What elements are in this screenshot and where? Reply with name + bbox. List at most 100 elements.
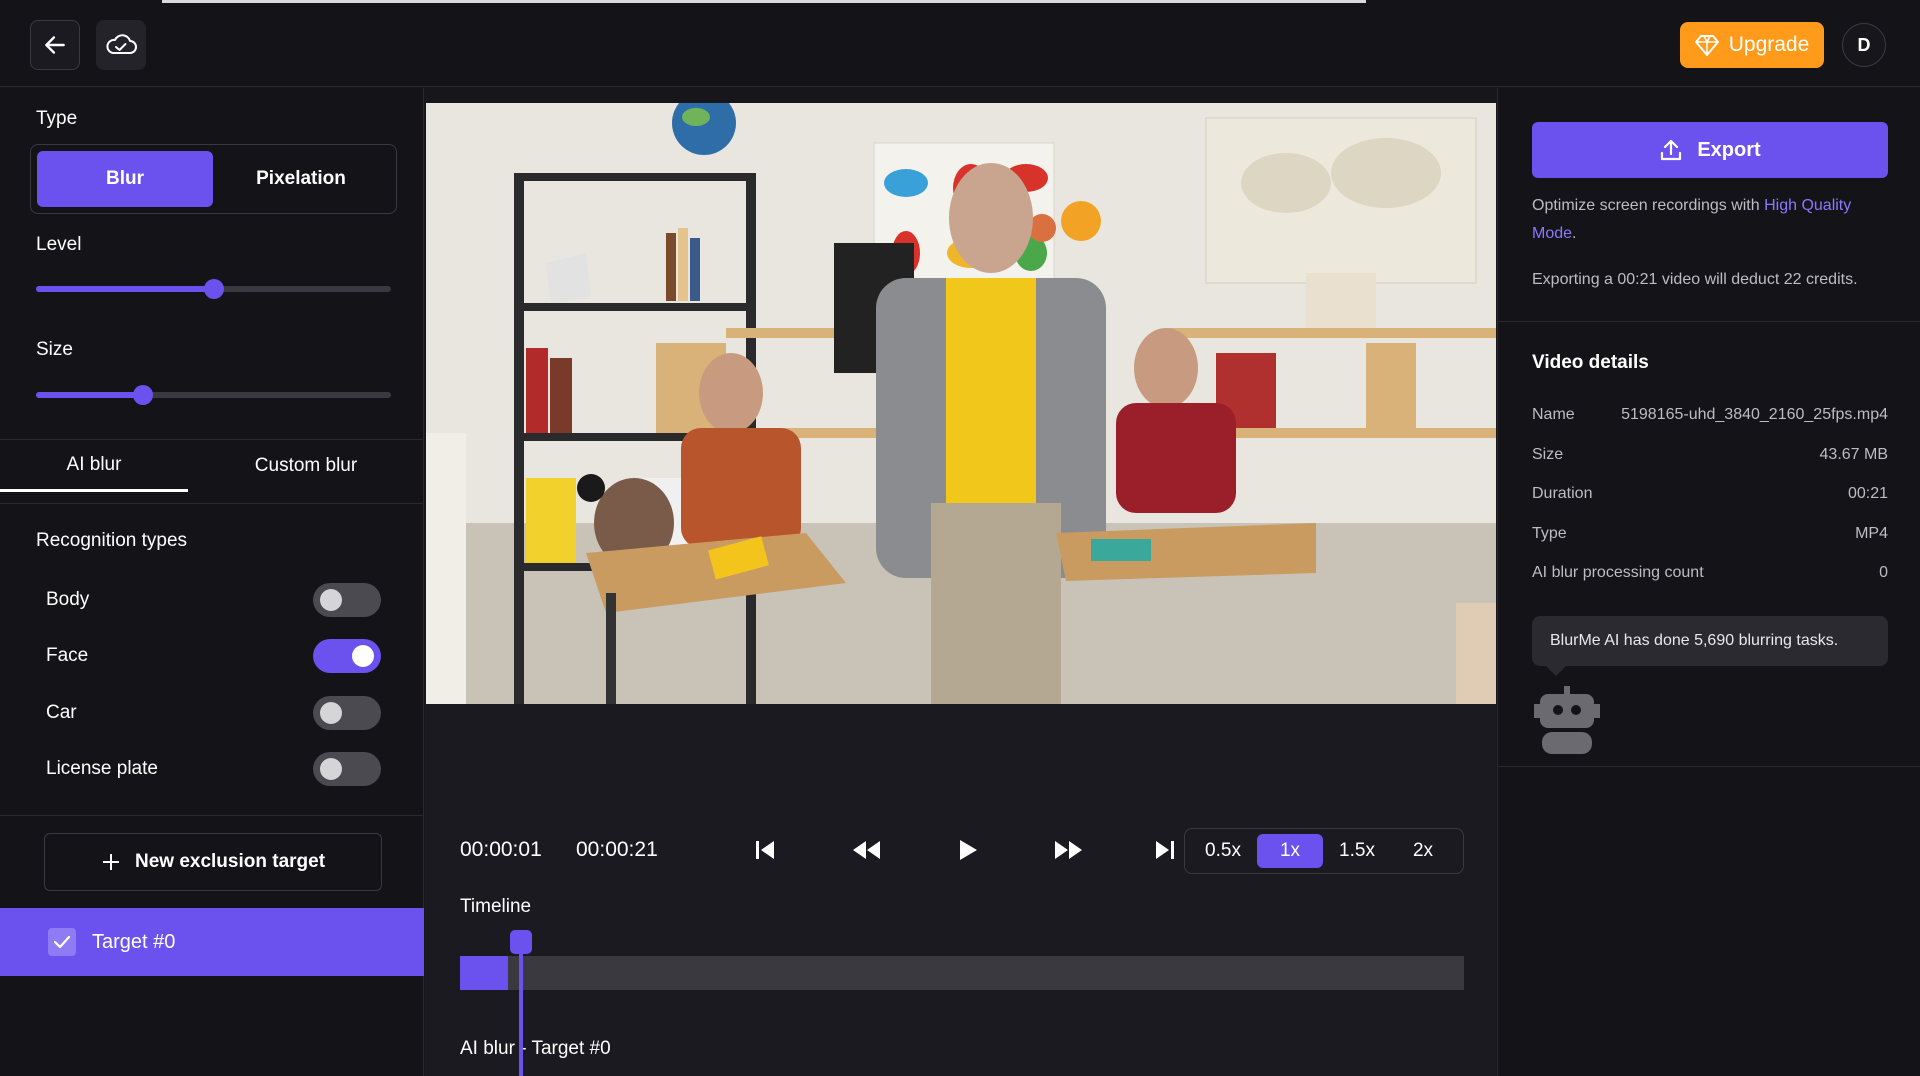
skip-end-icon [1156, 841, 1174, 859]
editor-area: 00:00:01 00:00:21 0.5x 1x 1.5x 2x Timeli… [425, 88, 1496, 1076]
body-toggle[interactable] [313, 583, 381, 617]
play-icon [960, 840, 977, 860]
blur-settings-panel: Type Blur Pixelation Level Size AI blur … [0, 88, 424, 1076]
rewind-button[interactable] [844, 828, 888, 872]
car-toggle[interactable] [313, 696, 381, 730]
timeline-label: Timeline [460, 896, 532, 917]
recognition-row-face: Face [46, 638, 381, 674]
type-selector: Blur Pixelation [30, 144, 397, 214]
export-button[interactable]: Export [1532, 122, 1888, 178]
recognition-row-license-plate: License plate [46, 751, 381, 787]
size-slider[interactable] [36, 385, 391, 405]
load-progress-line [162, 0, 1366, 3]
rewind-icon [853, 841, 880, 859]
playback-controls: 00:00:01 00:00:21 0.5x 1x 1.5x 2x Timeli… [425, 704, 1496, 1076]
detail-row-name: Name 5198165-uhd_3840_2160_25fps.mp4 [1532, 406, 1888, 424]
face-toggle[interactable] [313, 639, 381, 673]
tooltip-text: BlurMe AI has done 5,690 blurring tasks. [1550, 632, 1839, 649]
total-time: 00:00:21 [576, 838, 658, 861]
divider [0, 503, 424, 504]
target-label: Target #0 [92, 930, 176, 953]
recognition-types-label: Recognition types [36, 530, 188, 551]
fast-forward-icon [1055, 841, 1082, 859]
level-slider-handle[interactable] [203, 279, 224, 299]
export-label: Export [1697, 138, 1761, 161]
upload-icon [1661, 139, 1682, 161]
level-slider-fill [36, 286, 214, 292]
video-details-title: Video details [1532, 352, 1649, 373]
arrow-left-icon [45, 36, 65, 54]
recognition-label: Body [46, 589, 90, 610]
type-option-blur[interactable]: Blur [37, 151, 213, 207]
type-option-pixelation[interactable]: Pixelation [213, 151, 389, 207]
speed-option-0.5x[interactable]: 0.5x [1190, 834, 1256, 868]
plus-icon [102, 854, 119, 870]
back-button[interactable] [30, 20, 80, 70]
detail-value: 0 [1879, 564, 1888, 581]
target-item[interactable]: Target #0 [0, 908, 424, 976]
detail-key: Size [1532, 446, 1564, 463]
video-preview[interactable] [426, 103, 1496, 704]
toggle-knob [320, 589, 342, 611]
detail-value: 00:21 [1847, 485, 1888, 502]
blur-stats-tooltip: BlurMe AI has done 5,690 blurring tasks. [1532, 616, 1888, 676]
playhead-line [519, 940, 523, 1076]
detail-key: Name [1532, 406, 1575, 423]
size-slider-fill [36, 392, 143, 398]
tab-custom-blur[interactable]: Custom blur [188, 440, 424, 492]
new-exclusion-target-label: New exclusion target [134, 851, 326, 872]
level-slider[interactable] [36, 279, 391, 299]
fast-forward-button[interactable] [1047, 828, 1091, 872]
skip-start-icon [756, 841, 774, 859]
license-plate-toggle[interactable] [313, 752, 381, 786]
optimize-suffix: . [1572, 225, 1577, 242]
tab-ai-blur[interactable]: AI blur [0, 440, 188, 492]
optimize-note: Optimize screen recordings with High Qua… [1532, 192, 1892, 248]
speed-option-1x[interactable]: 1x [1257, 834, 1323, 868]
speed-option-2x[interactable]: 2x [1390, 834, 1456, 868]
cloud-check-icon [106, 34, 137, 54]
timeline-track[interactable] [460, 956, 1464, 990]
export-panel: Export Optimize screen recordings with H… [1497, 88, 1920, 1076]
detail-value: 5198165-uhd_3840_2160_25fps.mp4 [1621, 406, 1888, 423]
size-slider-handle[interactable] [132, 385, 153, 405]
detail-row-size: Size 43.67 MB [1532, 446, 1888, 464]
detail-row-duration: Duration 00:21 [1532, 485, 1888, 503]
detail-key: AI blur processing count [1532, 564, 1704, 581]
optimize-prefix: Optimize screen recordings with [1532, 197, 1765, 214]
play-button[interactable] [946, 828, 990, 872]
detail-key: Duration [1532, 485, 1593, 502]
cloud-save-button[interactable] [96, 20, 146, 70]
recognition-label: License plate [46, 758, 158, 779]
skip-end-button[interactable] [1143, 828, 1187, 872]
credits-note: Exporting a 00:21 video will deduct 22 c… [1532, 271, 1858, 288]
detail-value: MP4 [1855, 525, 1888, 542]
target-checkbox[interactable] [48, 928, 76, 956]
type-label: Type [36, 108, 78, 129]
speed-option-1.5x[interactable]: 1.5x [1324, 834, 1390, 868]
playhead-handle[interactable] [510, 930, 532, 954]
avatar[interactable]: D [1842, 23, 1886, 67]
detail-key: Type [1532, 525, 1567, 542]
toggle-knob [320, 758, 342, 780]
recognition-row-body: Body [46, 582, 381, 618]
avatar-initial: D [1857, 34, 1871, 55]
recognition-label: Car [46, 702, 77, 723]
toggle-knob [352, 645, 374, 667]
upgrade-label: Upgrade [1728, 33, 1810, 56]
divider [0, 815, 424, 816]
level-label: Level [36, 234, 82, 255]
upgrade-button[interactable]: Upgrade [1680, 22, 1824, 68]
classroom-video-frame [426, 103, 1496, 704]
divider [1498, 321, 1920, 322]
size-label: Size [36, 339, 73, 360]
diamond-icon [1694, 35, 1719, 56]
playback-speed-selector: 0.5x 1x 1.5x 2x [1184, 828, 1464, 874]
new-exclusion-target-button[interactable]: New exclusion target [44, 833, 382, 891]
top-bar: Upgrade D [0, 0, 1920, 87]
detail-row-ai-blur-count: AI blur processing count 0 [1532, 564, 1888, 582]
toggle-knob [320, 702, 342, 724]
skip-start-button[interactable] [743, 828, 787, 872]
ai-blur-track-label: AI blur - Target #0 [460, 1038, 611, 1059]
check-icon [53, 935, 71, 949]
